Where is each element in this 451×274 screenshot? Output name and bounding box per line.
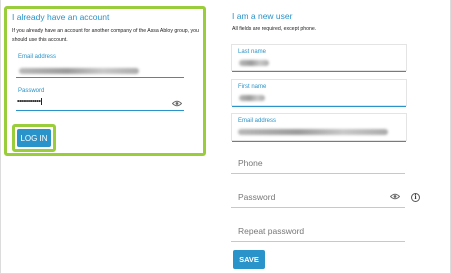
password-value: •••••••••••• xyxy=(17,98,43,106)
last-name-field[interactable]: Last name xyxy=(231,44,407,72)
email-value-blurred xyxy=(19,68,139,74)
login-button[interactable]: LOG IN xyxy=(17,129,51,147)
eye-icon[interactable] xyxy=(390,193,400,200)
new-password-placeholder: Password xyxy=(238,192,276,202)
new-password-field[interactable]: Password xyxy=(231,186,405,208)
login-page: I already have an account If you already… xyxy=(0,0,451,274)
existing-account-panel: I already have an account If you already… xyxy=(4,6,206,156)
repeat-password-underline xyxy=(231,241,405,242)
phone-underline xyxy=(231,173,405,174)
first-name-field[interactable]: First name xyxy=(231,79,407,107)
phone-field[interactable]: Phone xyxy=(231,152,405,174)
save-button[interactable]: SAVE xyxy=(233,250,265,269)
password-label: Password xyxy=(18,88,45,94)
page-border-left xyxy=(0,0,1,274)
new-email-value-blurred xyxy=(238,129,388,135)
first-name-value-blurred xyxy=(239,95,265,101)
password-underline xyxy=(16,110,184,111)
password-field[interactable]: •••••••••••• xyxy=(16,96,184,111)
new-user-description: All fields are required, except phone. xyxy=(232,26,317,32)
first-name-label: First name xyxy=(238,84,267,90)
repeat-password-field[interactable]: Repeat password xyxy=(231,220,405,242)
new-password-underline xyxy=(231,207,405,208)
first-name-underline xyxy=(232,106,406,107)
info-icon[interactable]: i xyxy=(411,193,420,202)
repeat-password-placeholder: Repeat password xyxy=(238,226,305,236)
existing-account-title: I already have an account xyxy=(12,12,110,22)
email-field[interactable] xyxy=(16,63,184,78)
email-label: Email address xyxy=(18,54,57,60)
new-email-field[interactable]: Email address xyxy=(231,113,407,142)
email-underline xyxy=(16,77,184,78)
existing-account-description: If you already have an account for anoth… xyxy=(12,28,199,43)
new-user-title: I am a new user xyxy=(232,11,293,21)
new-email-underline xyxy=(232,141,406,142)
last-name-label: Last name xyxy=(238,49,267,55)
last-name-underline xyxy=(232,71,406,72)
login-button-highlight: LOG IN xyxy=(12,124,56,152)
phone-placeholder: Phone xyxy=(238,158,263,168)
last-name-value-blurred xyxy=(239,60,269,66)
new-email-label: Email address xyxy=(238,118,277,124)
eye-icon[interactable] xyxy=(172,100,182,107)
